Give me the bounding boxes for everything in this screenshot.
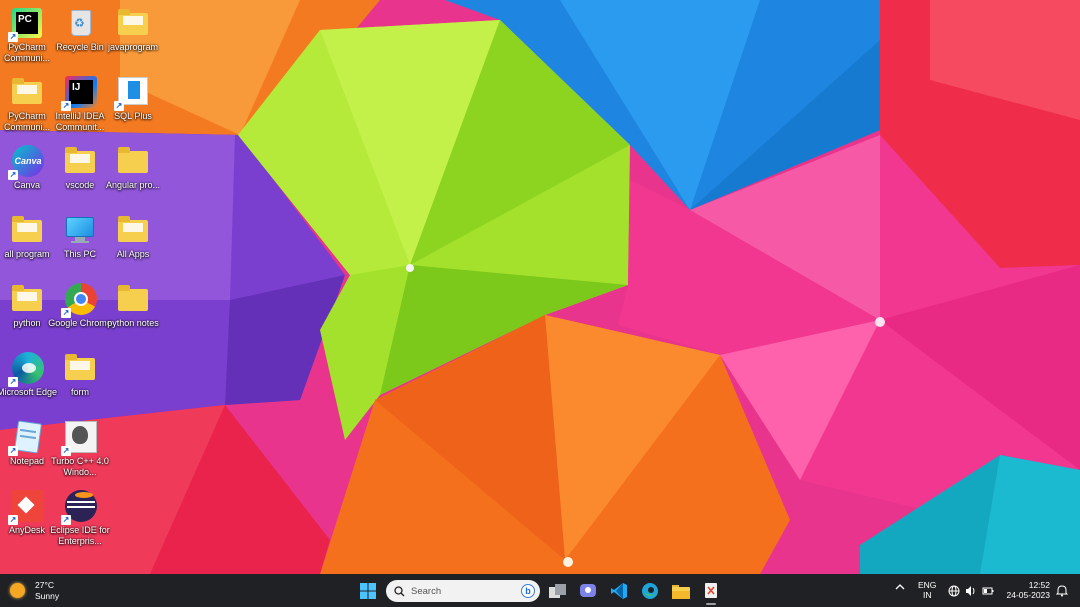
taskbar: 27°C Sunny Search b ENG IN 12:52 24-05-2… (0, 574, 1080, 607)
show-hidden-icons-chevron-icon[interactable] (895, 583, 905, 594)
sun-icon (10, 583, 25, 598)
folder-icon (10, 213, 44, 247)
turbo-cpp-icon: ↗ (61, 420, 97, 456)
snipping-tool-icon (705, 583, 717, 598)
folder-icon (63, 351, 97, 385)
weather-widget[interactable]: 27°C Sunny (10, 578, 59, 603)
folder-icon (63, 144, 97, 178)
recycle-bin-icon: ♻ (63, 6, 97, 40)
shortcut-arrow-icon: ↗ (8, 377, 18, 387)
notification-bell-icon[interactable] (1055, 584, 1069, 602)
shortcut-arrow-icon: ↗ (61, 308, 71, 318)
desktop-icon-all-apps[interactable]: All Apps (98, 209, 168, 275)
start-button[interactable] (356, 579, 380, 603)
teams-chat-button[interactable] (576, 579, 600, 603)
taskbar-clock[interactable]: 12:52 24-05-2023 (1002, 580, 1050, 600)
search-icon (394, 585, 405, 596)
file-explorer-icon (672, 585, 690, 599)
shortcut-arrow-icon: ↗ (8, 32, 18, 42)
desktop-icon-turbo-cpp[interactable]: ↗ Turbo C++ 4.0 Windo... (45, 416, 115, 482)
desktop-icon-angular[interactable]: Angular pro... (98, 140, 168, 206)
shortcut-arrow-icon: ↗ (61, 515, 71, 525)
weather-temperature: 27°C (35, 579, 54, 590)
canva-icon: Canva ↗ (8, 144, 44, 180)
folder-icon (116, 6, 150, 40)
edge-icon: ↗ (8, 351, 44, 387)
desktop-icon-eclipse[interactable]: ↗ Eclipse IDE for Enterpris... (45, 485, 115, 551)
language-code: ENG (918, 580, 937, 590)
file-explorer-button[interactable] (669, 579, 693, 603)
notepad-icon: ↗ (8, 420, 44, 456)
teams-chat-icon (580, 584, 596, 597)
shortcut-arrow-icon: ↗ (8, 515, 18, 525)
folder-icon (116, 282, 150, 316)
battery-icon (982, 584, 994, 596)
network-globe-icon (948, 584, 960, 597)
shortcut-arrow-icon: ↗ (8, 446, 18, 456)
shortcut-arrow-icon: ↗ (61, 446, 71, 456)
taskbar-search-box[interactable]: Search b (386, 580, 540, 602)
clock-date: 24-05-2023 (1006, 590, 1050, 600)
task-view-icon (549, 584, 566, 598)
windows-start-icon (360, 583, 376, 599)
vscode-icon (611, 583, 627, 599)
desktop-icon-form-folder[interactable]: form (45, 347, 115, 413)
anydesk-icon: ↗ (8, 489, 44, 525)
intellij-icon: IJ ↗ (61, 75, 97, 111)
clock-time: 12:52 (1028, 580, 1050, 590)
edge-icon (642, 583, 658, 599)
eclipse-icon: ↗ (61, 489, 97, 525)
input-language-indicator[interactable]: ENG IN (918, 580, 936, 600)
active-app-indicator (706, 603, 716, 605)
folder-icon (10, 75, 44, 109)
folder-icon (10, 282, 44, 316)
this-pc-icon (63, 213, 97, 247)
vscode-taskbar-button[interactable] (607, 579, 631, 603)
folder-icon (116, 144, 150, 178)
volume-icon (965, 584, 977, 596)
chrome-icon: ↗ (61, 282, 97, 318)
region-code: IN (922, 590, 932, 600)
shortcut-arrow-icon: ↗ (8, 170, 18, 180)
desktop-icon-javaprogram[interactable]: javaprogram (98, 2, 168, 68)
folder-icon (116, 213, 150, 247)
task-view-button[interactable] (546, 579, 570, 603)
edge-taskbar-button[interactable] (638, 579, 662, 603)
sqlplus-icon: ↗ (114, 75, 150, 111)
shortcut-arrow-icon: ↗ (61, 101, 71, 111)
search-placeholder: Search (411, 585, 442, 597)
desktop-icon-python-notes[interactable]: python notes (98, 278, 168, 344)
weather-condition: Sunny (35, 590, 60, 601)
bing-icon[interactable]: b (521, 584, 535, 598)
snipping-tool-button[interactable] (699, 579, 723, 605)
pycharm-icon: PC ↗ (8, 6, 44, 42)
system-tray-icons[interactable] (948, 584, 994, 597)
shortcut-arrow-icon: ↗ (114, 101, 124, 111)
desktop-icon-sqlplus[interactable]: ↗ SQL Plus (98, 71, 168, 137)
